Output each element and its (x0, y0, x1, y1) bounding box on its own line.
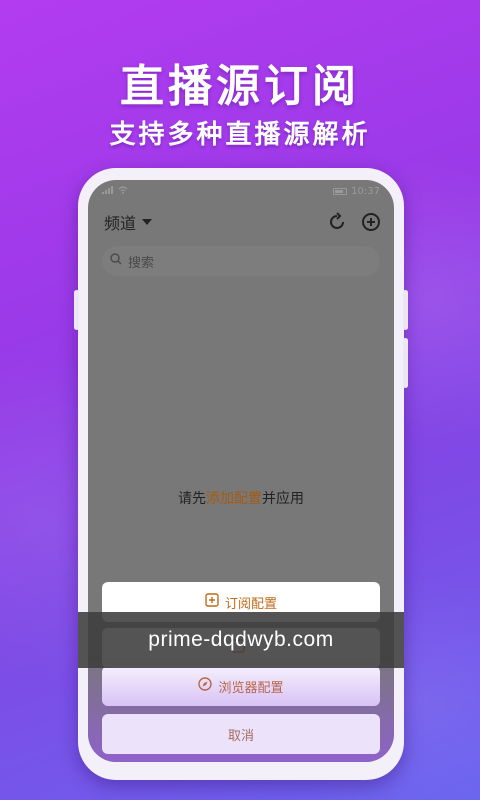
promo-subheadline: 支持多种直播源解析 (109, 120, 371, 150)
add-icon[interactable] (360, 211, 382, 233)
side-button (403, 338, 408, 388)
search-input[interactable]: 搜索 (102, 246, 380, 276)
search-icon (110, 253, 122, 269)
phone-screen: 10:37 频道 搜索 请先添加配置并应用 订阅配置 浏览器配置 取消 (88, 180, 394, 762)
battery-icon (333, 187, 348, 195)
subscribe-icon (205, 593, 219, 611)
browser-config-button[interactable]: 浏览器配置 (102, 666, 380, 706)
refresh-icon[interactable] (326, 211, 348, 233)
wifi-icon (118, 185, 128, 197)
search-placeholder: 搜索 (128, 255, 155, 271)
watermark-banner: prime-dqdwyb.com (78, 612, 404, 668)
compass-icon (198, 677, 213, 695)
phone-mockup: 10:37 频道 搜索 请先添加配置并应用 订阅配置 浏览器配置 取消 (74, 168, 408, 780)
power-button (403, 290, 408, 330)
empty-state-message: 请先添加配置并应用 (88, 488, 394, 508)
status-time: 10:37 (351, 185, 380, 197)
add-config-link[interactable]: 添加配置 (206, 491, 262, 507)
empty-state-suffix: 并应用 (262, 491, 304, 507)
browser-config-label: 浏览器配置 (218, 680, 284, 696)
channel-label: 频道 (104, 214, 137, 233)
promo-headline: 直播源订阅 (120, 61, 360, 112)
cancel-label: 取消 (227, 728, 254, 744)
top-bar: 频道 (88, 202, 394, 242)
channel-selector[interactable]: 频道 (104, 210, 153, 234)
caret-down-icon (142, 219, 153, 225)
cancel-button[interactable]: 取消 (102, 714, 380, 754)
signal-icon (102, 185, 114, 197)
empty-state-prefix: 请先 (178, 491, 206, 507)
volume-button (74, 290, 79, 330)
status-bar: 10:37 (88, 180, 394, 202)
subscribe-config-label: 订阅配置 (224, 596, 277, 612)
